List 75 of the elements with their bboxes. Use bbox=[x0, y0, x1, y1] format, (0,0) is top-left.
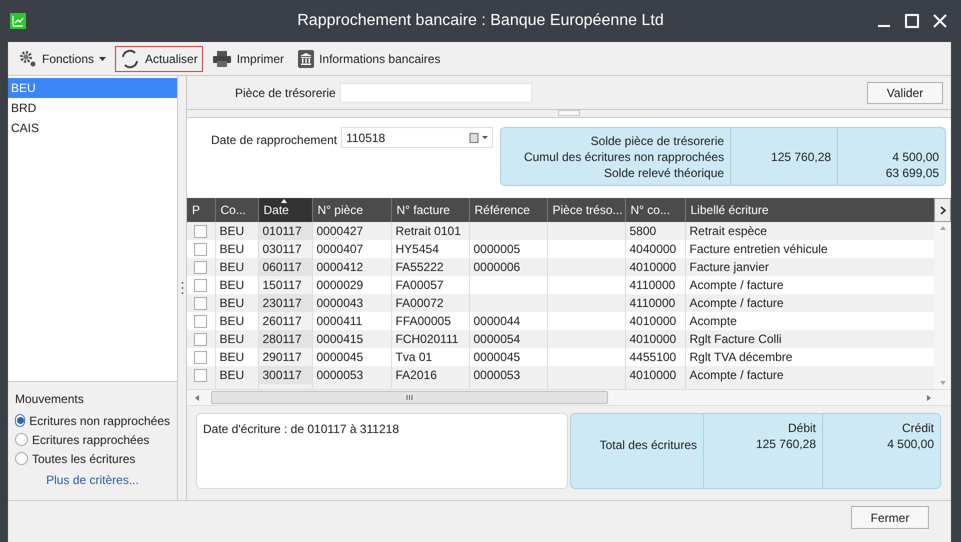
radio-button[interactable] bbox=[15, 414, 26, 427]
calendar-dropdown-icon[interactable] bbox=[469, 132, 490, 142]
journal-item[interactable]: BEU bbox=[8, 78, 177, 98]
column-header[interactable]: Date bbox=[258, 198, 312, 222]
checkbox[interactable] bbox=[194, 279, 208, 292]
table-cell: 060117 bbox=[258, 258, 312, 276]
checkbox[interactable] bbox=[194, 315, 208, 328]
treasury-voucher-field[interactable] bbox=[340, 82, 532, 102]
amount: 4 500,00 bbox=[892, 149, 940, 165]
scroll-right-icon[interactable] bbox=[927, 394, 931, 400]
table-cell: 150117 bbox=[258, 276, 312, 294]
close-icon[interactable] bbox=[933, 14, 947, 28]
checkbox[interactable] bbox=[194, 297, 208, 310]
table-cell: 260117 bbox=[258, 312, 312, 330]
more-criteria-link[interactable]: Plus de critères... bbox=[46, 473, 139, 487]
field-label: Date de rapprochement bbox=[211, 132, 338, 149]
amount: 63 699,05 bbox=[886, 165, 940, 181]
radio-button[interactable] bbox=[15, 452, 28, 465]
gear-icon bbox=[19, 50, 37, 68]
summary-label: Solde relevé théorique bbox=[604, 165, 724, 181]
app-logo-icon bbox=[10, 13, 26, 29]
toolbar-button[interactable]: Actualiser bbox=[115, 46, 203, 72]
checkbox[interactable] bbox=[194, 261, 208, 274]
splitter-handle-icon[interactable] bbox=[180, 281, 184, 295]
sort-ascending-icon bbox=[280, 199, 286, 203]
checkbox[interactable] bbox=[194, 351, 208, 364]
column-heading: Débit bbox=[788, 420, 816, 436]
date-field[interactable]: 110518 bbox=[341, 127, 494, 148]
refresh-icon bbox=[120, 48, 140, 68]
vertical-scrollbar[interactable] bbox=[934, 222, 951, 389]
section-title: Mouvements bbox=[15, 391, 85, 408]
grip-icon bbox=[406, 395, 413, 400]
toolbar-button[interactable]: Informations bancaires bbox=[293, 46, 446, 72]
table-cell: 010117 bbox=[258, 222, 312, 240]
chevron-right-icon bbox=[940, 206, 946, 214]
radio-button[interactable] bbox=[15, 433, 28, 446]
field-label: Pièce de trésorerie bbox=[235, 84, 336, 102]
bank-icon bbox=[298, 50, 314, 68]
maximize-icon[interactable] bbox=[905, 14, 919, 28]
totals-label: Total des écritures bbox=[600, 437, 697, 454]
journal-item[interactable]: BRD bbox=[8, 98, 177, 118]
amount: 125 760,28 bbox=[771, 149, 832, 165]
scrollbar-thumb[interactable] bbox=[211, 391, 608, 404]
scroll-down-icon[interactable] bbox=[940, 381, 946, 385]
table-cell: 030117 bbox=[258, 240, 312, 258]
table-cell: 300117 bbox=[258, 366, 312, 384]
table-cell: 230117 bbox=[258, 294, 312, 312]
toolbar-button[interactable]: Imprimer bbox=[206, 46, 290, 72]
checkbox[interactable] bbox=[194, 333, 208, 346]
summary-label: Cumul des écritures non rapprochées bbox=[524, 149, 724, 165]
checkbox[interactable] bbox=[194, 369, 208, 382]
radio-label: Ecritures non rapprochées bbox=[29, 412, 170, 430]
date-value: 110518 bbox=[346, 130, 386, 146]
filter-summary-box: Date d'écriture : de 010117 à 311218 bbox=[196, 413, 568, 489]
column-heading: Crédit bbox=[902, 420, 934, 436]
toolbar-button[interactable]: Fonctions bbox=[14, 46, 112, 72]
printer-icon bbox=[212, 50, 232, 68]
table-cell: 280117 bbox=[258, 330, 312, 348]
scroll-left-icon[interactable] bbox=[195, 394, 199, 400]
summary-label: Solde pièce de trésorerie bbox=[590, 133, 724, 149]
radio-label: Toutes les écritures bbox=[32, 450, 136, 468]
checkbox[interactable] bbox=[194, 243, 208, 256]
journal-item[interactable]: CAIS bbox=[8, 118, 177, 138]
table-cell: 290117 bbox=[258, 348, 312, 366]
close-button[interactable]: Fermer bbox=[851, 506, 929, 529]
horizontal-scrollbar[interactable] bbox=[187, 389, 951, 406]
checkbox[interactable] bbox=[194, 225, 208, 238]
radio-label: Ecritures rapprochées bbox=[32, 432, 150, 448]
splitter-handle[interactable] bbox=[558, 110, 580, 116]
validate-button[interactable]: Valider bbox=[867, 82, 943, 104]
amount: 4 500,00 bbox=[887, 436, 934, 452]
scroll-right-button[interactable] bbox=[934, 198, 951, 222]
window-title: Rapprochement bancaire : Banque Européenne Ltd bbox=[296, 11, 665, 31]
amount: 125 760,28 bbox=[756, 436, 816, 452]
scroll-up-icon[interactable] bbox=[940, 226, 946, 230]
